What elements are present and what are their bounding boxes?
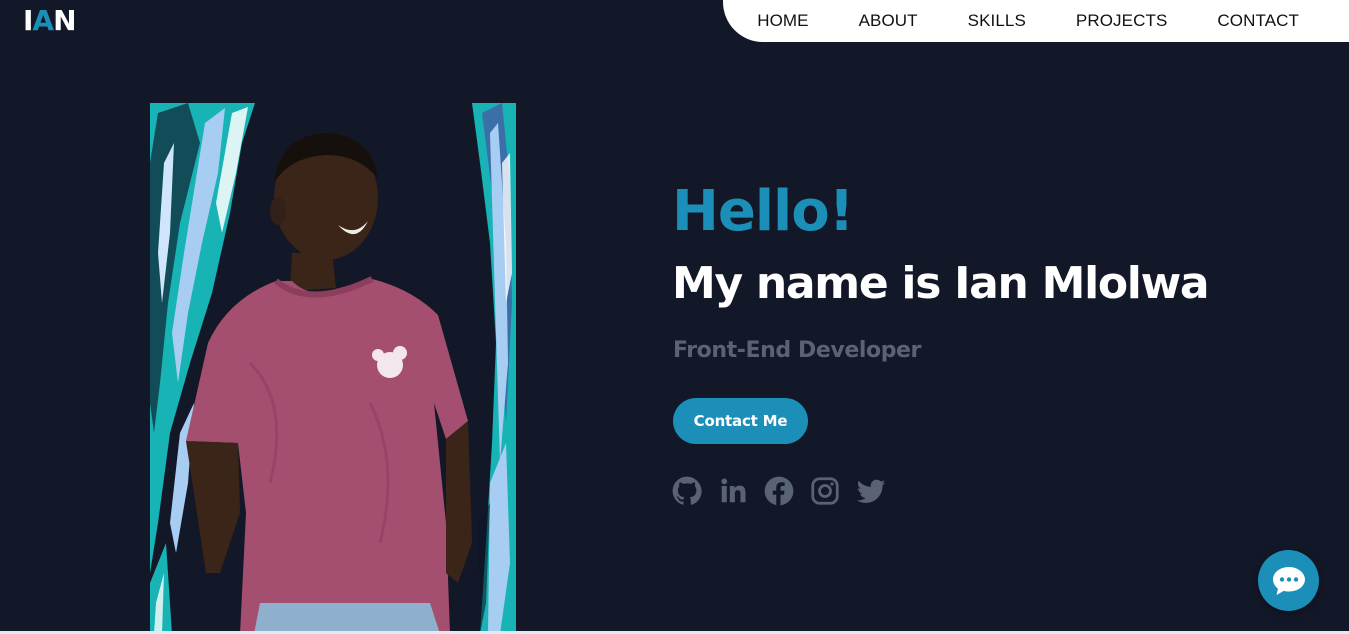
- brush-stroke-right: [472, 103, 516, 634]
- contact-me-button[interactable]: Contact Me: [673, 398, 808, 444]
- nav-item-home[interactable]: HOME: [757, 0, 808, 42]
- chat-bubble-icon: [1272, 566, 1305, 595]
- hero-name: My name is Ian Mlolwa: [672, 258, 1210, 309]
- linkedin-icon[interactable]: [718, 476, 748, 506]
- site-logo[interactable]: IAN: [23, 4, 77, 37]
- logo-letter-n: N: [53, 4, 76, 37]
- social-links: [672, 476, 902, 506]
- facebook-icon[interactable]: [764, 476, 794, 506]
- hero-greeting: Hello!: [672, 179, 854, 244]
- nav-item-skills[interactable]: SKILLS: [968, 0, 1026, 42]
- nav-item-about[interactable]: ABOUT: [859, 0, 918, 42]
- hero-role: Front-End Developer: [673, 338, 922, 363]
- twitter-icon[interactable]: [856, 476, 886, 506]
- profile-photo: [150, 103, 516, 634]
- logo-letter-a: A: [32, 4, 54, 37]
- github-icon[interactable]: [672, 476, 702, 506]
- nav-item-contact[interactable]: CONTACT: [1217, 0, 1299, 42]
- chat-button[interactable]: [1258, 550, 1319, 611]
- nav-item-projects[interactable]: PROJECTS: [1076, 0, 1167, 42]
- page: IAN HOME ABOUT SKILLS PROJECTS CONTACT H…: [0, 0, 1349, 634]
- logo-letter-i: I: [23, 4, 33, 37]
- instagram-icon[interactable]: [810, 476, 840, 506]
- main-nav: HOME ABOUT SKILLS PROJECTS CONTACT: [723, 0, 1349, 42]
